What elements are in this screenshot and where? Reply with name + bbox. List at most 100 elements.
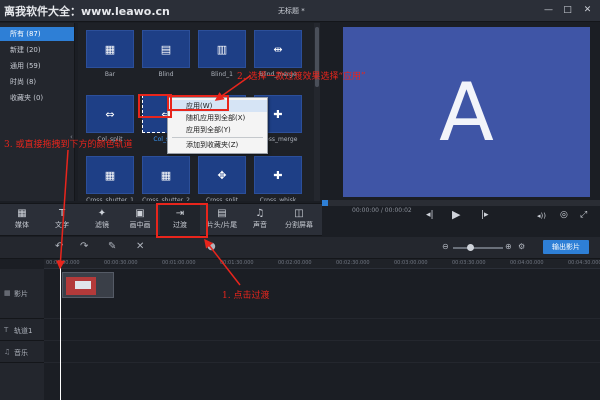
ruler-tick: 00:01:00.000 [162,260,196,266]
tab-filter[interactable]: ✦ 滤镜 [82,204,122,237]
transition-tile[interactable]: ▦ [142,156,190,194]
transition-tile[interactable]: ▥ [198,30,246,68]
prev-frame-icon[interactable]: ◂| [426,210,434,220]
redo-icon[interactable]: ↷ [80,241,88,252]
transition-preview-icon: ▦ [104,42,116,56]
text-track-icon: T [4,326,9,334]
track-header-video: ▦ 影片 [0,269,44,319]
category-all[interactable]: 所有 (87) [0,27,74,41]
transition-tile[interactable]: ▤ [142,30,190,68]
preview-progress-fill [322,200,328,206]
annotation-step3: 3. 或直接拖拽到下方的颜色轨道 [4,140,133,150]
delete-icon[interactable]: ✕ [136,241,144,252]
maximize-button[interactable]: □ [562,5,573,16]
preview-letter: A [439,65,494,159]
annotation-step1: 1. 点击过渡 [222,291,270,301]
track-name: 轨道1 [14,327,33,335]
tab-label: 画中画 [129,221,151,229]
ruler-tick: 00:02:00.000 [278,260,312,266]
media-icon: ▦ [17,208,27,219]
category-list: 所有 (87) 新建 (20) 通用 (59) 时尚 (8) 收藏夹 (0) ‹ [0,23,75,201]
track-lane-video[interactable] [44,269,600,319]
menu-separator [172,137,263,138]
tab-label: 滤镜 [95,221,109,229]
timeline-ruler[interactable]: 00:00:00.000 00:00:30.000 00:01:00.000 00:0… [44,259,600,269]
menu-add-favorites[interactable]: 添加到收藏夹(Z) [168,139,267,151]
transition-label: Cross_whisk [259,197,297,201]
timeline-toolbar: ↶ ↷ ✎ ✕ ● ⊖ ⊕ ⚙ [0,237,600,259]
track-name: 音乐 [14,349,28,357]
edit-icon[interactable]: ✎ [108,241,116,252]
tab-sound[interactable]: ♫ 声音 [240,204,280,237]
film-icon: ▦ [4,289,11,297]
category-general[interactable]: 通用 (59) [0,59,74,73]
category-favorites[interactable]: 收藏夹 (0) [0,91,74,105]
ruler-tick: 00:01:30.000 [220,260,254,266]
tab-text[interactable]: T 文字 [42,204,82,237]
preview-stage: A [343,27,590,197]
undo-icon[interactable]: ↶ [55,241,63,252]
tab-split-screen[interactable]: ◫ 分割屏幕 [278,204,320,237]
transition-preview-icon: ✚ [273,168,283,182]
highlight-apply-item [167,95,229,111]
tab-media[interactable]: ▦ 媒体 [2,204,42,237]
transition-tile[interactable]: ▦ [86,156,134,194]
track-lane-empty [44,363,600,400]
fullscreen-icon[interactable]: ⤢ [580,210,587,220]
transition-tile[interactable]: ⇔ [86,95,134,133]
preview-time: 00:00:00 / 00:00:02 [352,207,412,214]
pip-icon: ▣ [135,208,145,219]
transition-tile[interactable]: ✥ [198,156,246,194]
track-lane-text[interactable] [44,319,600,341]
app-window: 离我软件大全：www.leawo.cn 无标题 * — □ ✕ 所有 (87) … [0,0,600,400]
transition-preview-icon: ▤ [160,42,172,56]
zoom-knob[interactable] [467,244,474,251]
clip-thumbnail-text [75,281,91,289]
transition-tile[interactable]: ▦ [86,30,134,68]
transition-preview-icon: ▥ [216,42,228,56]
watermark: 离我软件大全：www.leawo.cn [4,5,170,18]
settings-icon[interactable]: ⚙ [518,242,525,251]
menu-random-apply-all[interactable]: 随机应用到全部(X) [168,112,267,124]
tab-label: 声音 [253,221,267,229]
filter-icon: ✦ [97,208,107,219]
transition-tile[interactable]: ⇹ [254,30,302,68]
preview-progress[interactable] [322,200,600,206]
track-header-empty [0,363,44,400]
transition-preview-icon: ✥ [217,168,227,182]
tab-label: 媒体 [15,221,29,229]
video-clip[interactable] [62,272,114,298]
category-new[interactable]: 新建 (20) [0,43,74,57]
annotation-step2: 2. 选择一款过渡效果选择“应用” [237,72,366,82]
next-frame-icon[interactable]: |▸ [481,210,489,220]
ruler-tick: 00:04:00.000 [510,260,544,266]
minimize-button[interactable]: — [543,5,554,16]
export-movie-button[interactable]: 输出影片 [543,240,589,254]
category-fashion[interactable]: 时尚 (8) [0,75,74,89]
tab-label: 文字 [55,221,69,229]
mic-icon[interactable]: ● [207,241,216,252]
highlight-transition-tab [156,203,208,238]
zoom-in-icon[interactable]: ⊕ [505,242,512,251]
transition-tile[interactable]: ✚ [254,156,302,194]
play-icon[interactable]: ▶ [452,208,460,221]
zoom-out-icon[interactable]: ⊖ [442,242,449,251]
zoom-slider[interactable] [453,244,503,251]
playhead[interactable] [60,260,61,400]
tab-label: 分割屏幕 [285,221,313,229]
ruler-tick: 00:03:00.000 [394,260,428,266]
title-bar: 离我软件大全：www.leawo.cn 无标题 * — □ ✕ [0,0,600,22]
menu-apply-all[interactable]: 应用到全部(Y) [168,124,267,136]
transition-label: Blind [158,71,174,78]
snapshot-icon[interactable]: ◎ [560,210,568,220]
sound-icon: ♫ [255,208,265,219]
ruler-tick: 00:00:30.000 [104,260,138,266]
track-lane-music[interactable] [44,341,600,363]
volume-icon[interactable]: ◂)) [537,212,546,220]
ruler-tick: 00:03:30.000 [452,260,486,266]
close-button[interactable]: ✕ [582,5,593,16]
music-icon: ♫ [4,348,11,356]
transition-label: Cross_split [205,197,239,201]
tab-pip[interactable]: ▣ 画中画 [120,204,160,237]
grid-scrollbar[interactable] [314,23,320,201]
